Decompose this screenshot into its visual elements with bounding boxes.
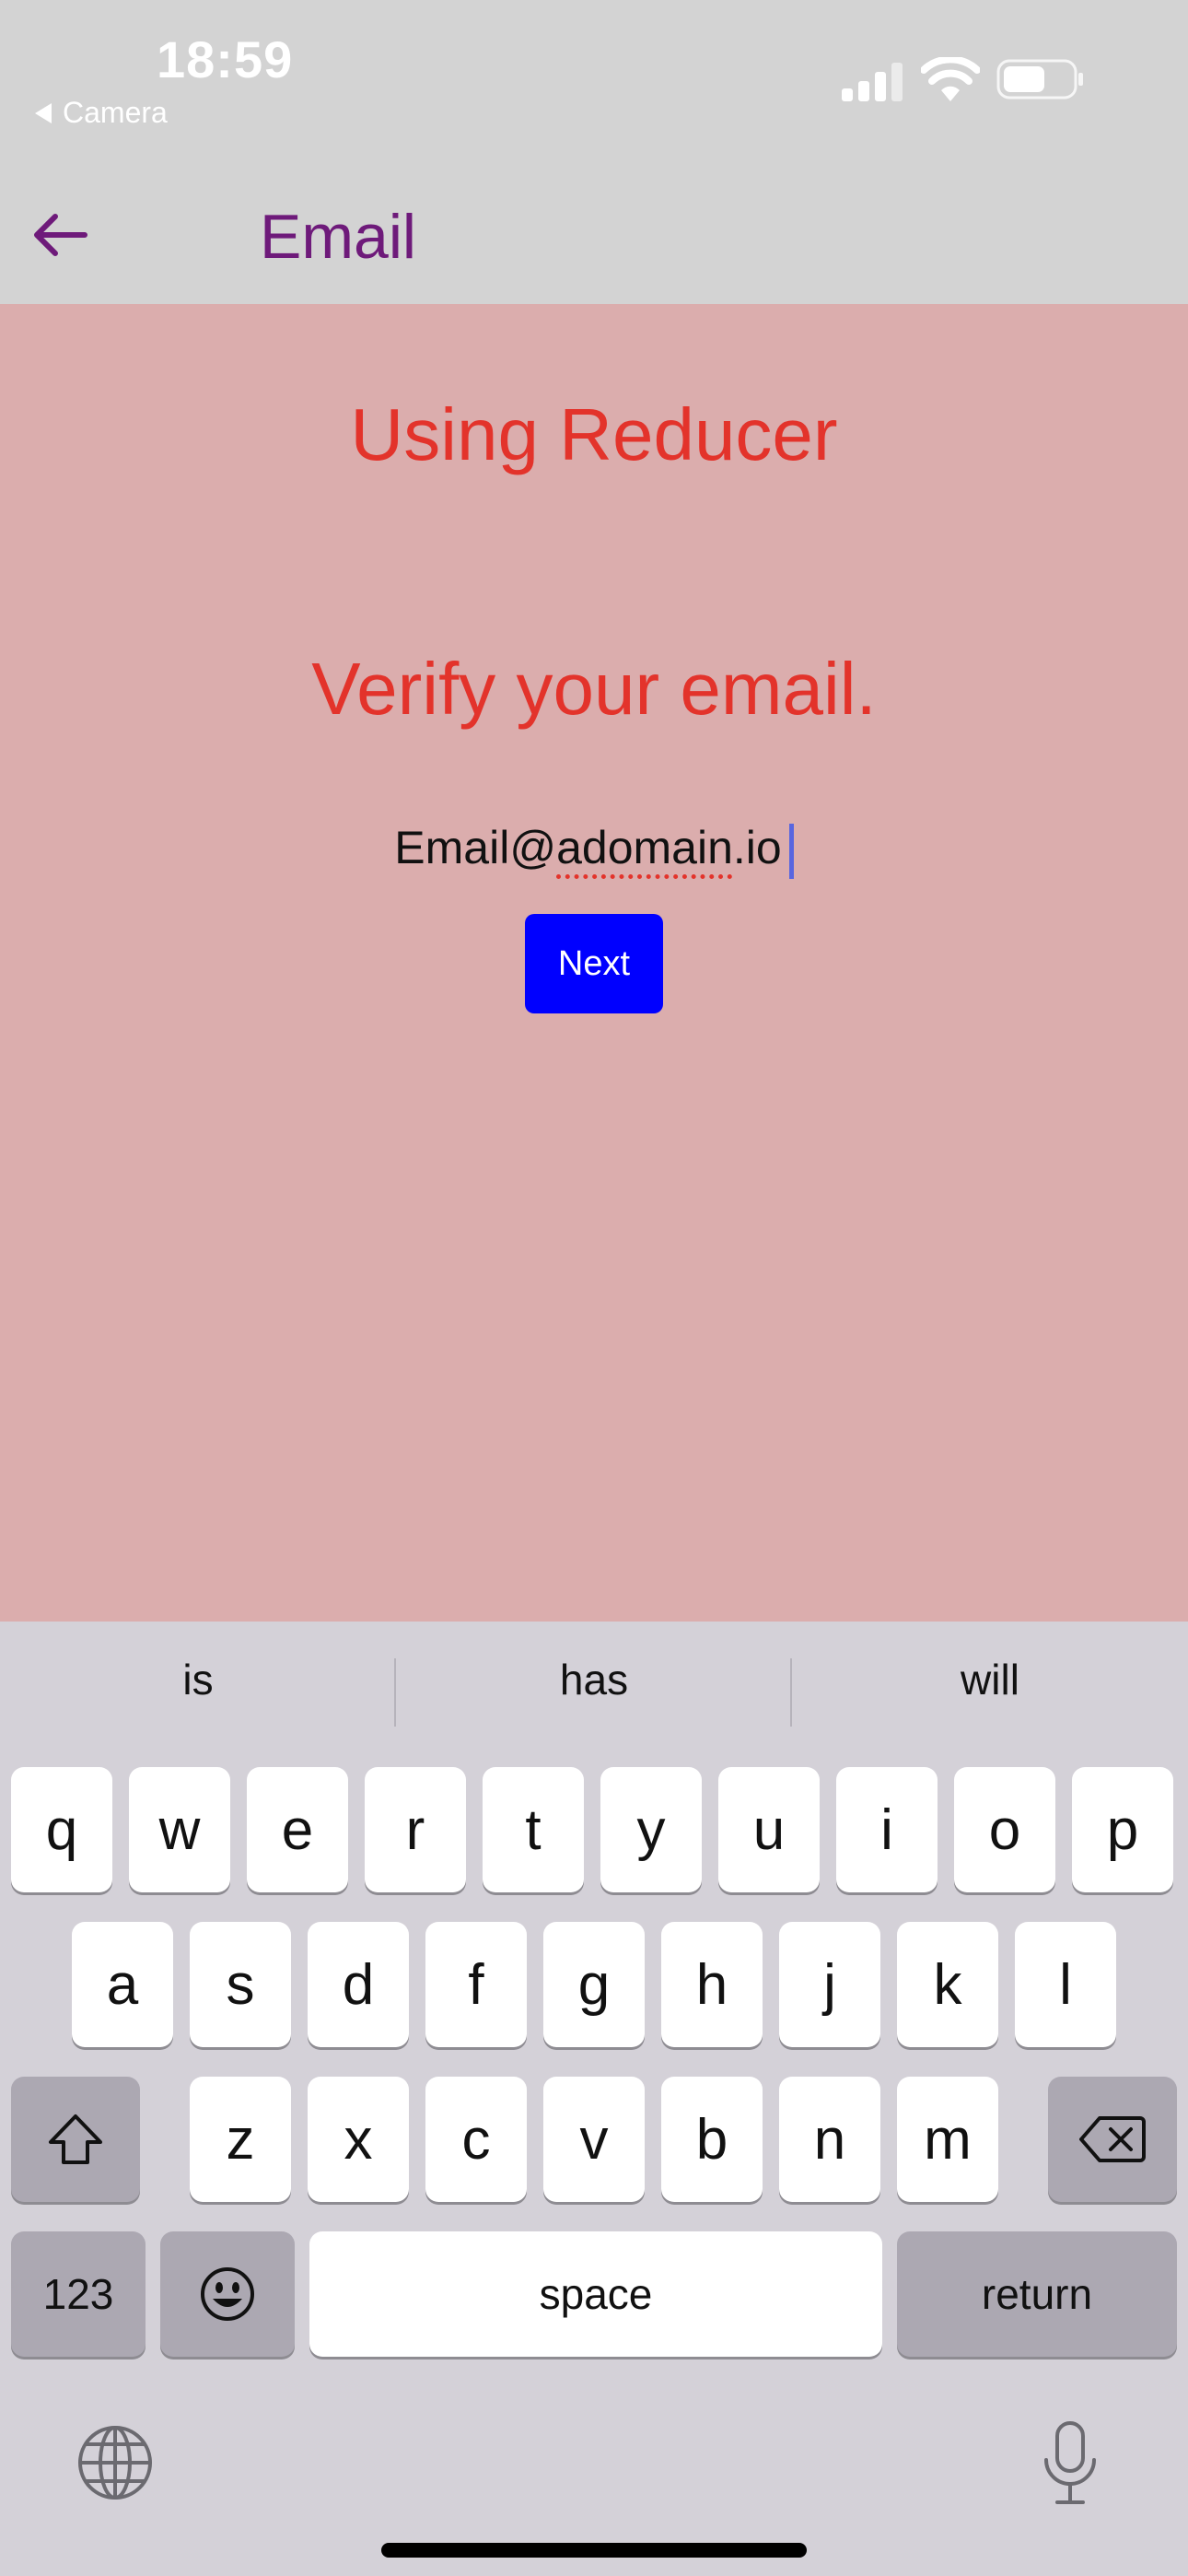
key-m[interactable]: m: [897, 2077, 998, 2202]
navigation-bar: Email: [0, 166, 1188, 304]
key-h[interactable]: h: [661, 1922, 763, 2047]
emoji-smiley-icon: [201, 2267, 254, 2321]
key-f[interactable]: f: [425, 1922, 527, 2047]
emoji-key[interactable]: [160, 2231, 295, 2357]
key-e[interactable]: e: [247, 1767, 348, 1892]
heading-verify-email: Verify your email.: [311, 648, 877, 730]
key-g[interactable]: g: [543, 1922, 645, 2047]
microphone-icon: [1044, 2421, 1096, 2504]
key-q[interactable]: q: [11, 1767, 112, 1892]
key-x[interactable]: x: [308, 2077, 409, 2202]
key-r[interactable]: r: [365, 1767, 466, 1892]
back-button[interactable]: [28, 203, 92, 267]
email-field[interactable]: Email@adomain.io: [0, 815, 1188, 880]
key-n[interactable]: n: [779, 2077, 880, 2202]
cellular-signal-icon: [842, 63, 903, 101]
status-bar: 18:59 Camera: [0, 0, 1188, 166]
key-s[interactable]: s: [190, 1922, 291, 2047]
suggestion-item[interactable]: will: [792, 1655, 1188, 1704]
key-y[interactable]: y: [600, 1767, 702, 1892]
return-key[interactable]: return: [897, 2231, 1177, 2357]
arrow-left-icon: [34, 214, 87, 256]
next-button[interactable]: Next: [525, 914, 663, 1013]
globe-icon: [78, 2426, 152, 2500]
email-text-prefix: Email@: [394, 822, 557, 873]
email-text-misspelled: adomain: [556, 822, 733, 873]
shift-arrow-icon: [49, 2114, 102, 2164]
back-app-label: Camera: [63, 96, 168, 129]
page-title: Email: [260, 202, 417, 272]
key-c[interactable]: c: [425, 2077, 527, 2202]
keyboard-switch-button[interactable]: [76, 2423, 155, 2502]
back-triangle-icon: [35, 102, 52, 123]
dictation-button[interactable]: [1028, 2414, 1112, 2512]
home-indicator[interactable]: [381, 2543, 807, 2558]
numbers-key[interactable]: 123: [11, 2231, 146, 2357]
key-k[interactable]: k: [897, 1922, 998, 2047]
key-w[interactable]: w: [129, 1767, 230, 1892]
key-z[interactable]: z: [190, 2077, 291, 2202]
suggestion-bar: is has will: [0, 1622, 1188, 1760]
key-u[interactable]: u: [718, 1767, 820, 1892]
heading-using-reducer: Using Reducer: [350, 393, 838, 475]
key-i[interactable]: i: [836, 1767, 938, 1892]
key-p[interactable]: p: [1072, 1767, 1173, 1892]
suggestion-item[interactable]: has: [396, 1655, 792, 1704]
text-caret: [788, 823, 794, 879]
key-d[interactable]: d: [308, 1922, 409, 2047]
main-content: Using Reducer Verify your email. Email@a…: [0, 304, 1188, 1622]
backspace-icon: [1079, 2116, 1146, 2162]
key-b[interactable]: b: [661, 2077, 763, 2202]
back-to-app-link[interactable]: Camera: [35, 96, 168, 130]
key-l[interactable]: l: [1015, 1922, 1116, 2047]
delete-key[interactable]: [1048, 2077, 1177, 2202]
suggestion-item[interactable]: is: [0, 1655, 396, 1704]
key-a[interactable]: a: [72, 1922, 173, 2047]
email-input[interactable]: Email@adomain.io: [394, 815, 794, 880]
key-t[interactable]: t: [483, 1767, 584, 1892]
space-key[interactable]: space: [309, 2231, 882, 2357]
status-time: 18:59: [157, 30, 294, 88]
key-v[interactable]: v: [543, 2077, 645, 2202]
key-o[interactable]: o: [954, 1767, 1055, 1892]
key-j[interactable]: j: [779, 1922, 880, 2047]
shift-key[interactable]: [11, 2077, 140, 2202]
wifi-icon: [921, 57, 980, 101]
email-text-suffix: .io: [732, 822, 782, 873]
keyboard: is has will q w e r t y u i o p a s d f …: [0, 1622, 1188, 2576]
battery-icon: [996, 59, 1083, 100]
